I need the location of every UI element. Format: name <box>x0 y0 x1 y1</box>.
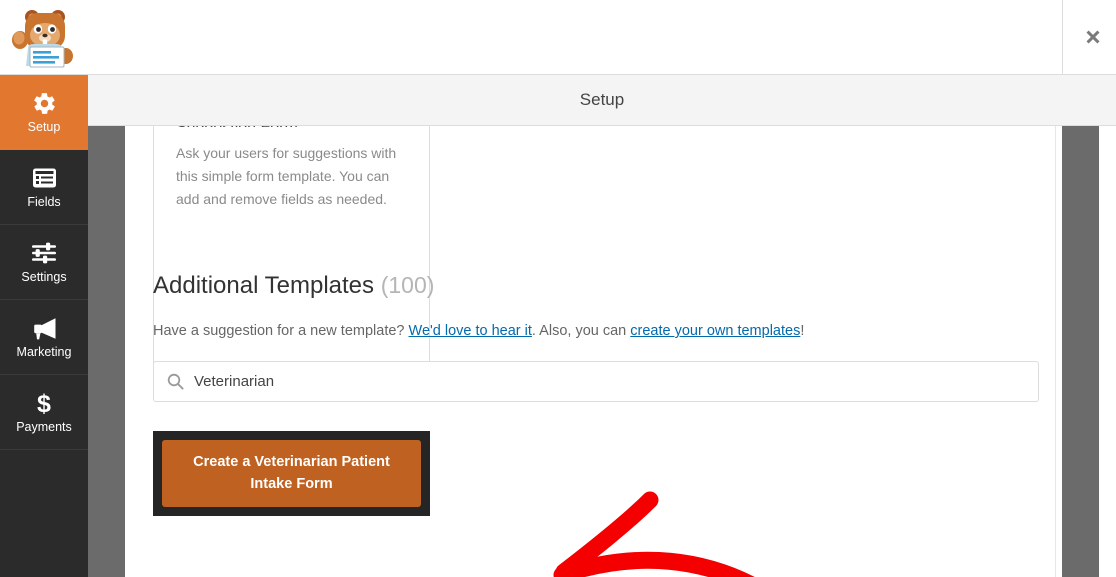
list-icon <box>32 165 57 191</box>
sidebar-item-settings[interactable]: Settings <box>0 225 88 300</box>
create-own-templates-link[interactable]: create your own templates <box>630 323 800 339</box>
additional-templates-count: (100) <box>380 272 435 298</box>
additional-templates-title: Additional Templates <box>153 272 375 299</box>
sidebar-filler <box>0 450 88 577</box>
svg-text:$: $ <box>37 390 51 416</box>
template-card-description: Ask your users for suggestions with this… <box>176 145 397 208</box>
sidebar-item-fields[interactable]: Fields <box>0 150 88 225</box>
close-icon[interactable] <box>1074 18 1112 56</box>
gear-icon <box>32 90 57 116</box>
megaphone-icon <box>31 315 58 341</box>
suggestion-feedback-link[interactable]: We'd love to hear it <box>409 323 532 339</box>
sidebar-item-payments[interactable]: $ Payments <box>0 375 88 450</box>
template-suggestion-text: Have a suggestion for a new template? We… <box>153 323 804 339</box>
panel-gutter <box>88 126 125 577</box>
suggestion-suffix: ! <box>800 323 805 339</box>
scrollbar-thumb[interactable] <box>1062 126 1099 577</box>
wpforms-form-builder-window: Setup Setup Fields Settings Marketing $ … <box>0 0 1116 577</box>
dollar-icon: $ <box>35 390 53 416</box>
sidebar-item-label: Payments <box>16 420 72 435</box>
sidebar-item-label: Fields <box>27 195 61 210</box>
search-icon <box>167 373 184 390</box>
sidebar-item-label: Setup <box>27 120 61 135</box>
suggestion-middle: . Also, you can <box>531 323 631 339</box>
suggestion-prefix: Have a suggestion for a new template? <box>153 323 409 339</box>
template-card-title: Suggestion Form <box>176 126 298 127</box>
search-input[interactable] <box>194 362 1038 401</box>
cta-highlight-frame: Create a Veterinarian Patient Intake For… <box>153 431 430 516</box>
topbar-divider <box>1062 0 1063 75</box>
builder-sidebar: Setup Fields Settings Marketing $ Paymen… <box>0 75 88 577</box>
create-template-button[interactable]: Create a Veterinarian Patient Intake For… <box>162 440 421 507</box>
sidebar-item-label: Settings <box>21 270 67 285</box>
window-topbar <box>0 0 1116 75</box>
sidebar-item-setup[interactable]: Setup <box>0 75 88 150</box>
panel-header: Setup <box>88 75 1116 126</box>
sliders-icon <box>31 240 57 266</box>
template-search-box[interactable] <box>153 361 1039 402</box>
additional-templates-heading: Additional Templates (100) <box>153 272 434 300</box>
wpforms-logo <box>8 4 78 70</box>
sidebar-item-label: Marketing <box>16 345 72 360</box>
setup-panel-content: Suggestion Form Ask your users for sugge… <box>125 126 1055 577</box>
arrow-annotation <box>540 486 810 577</box>
sidebar-item-marketing[interactable]: Marketing <box>0 300 88 375</box>
page-title: Setup <box>579 90 625 109</box>
